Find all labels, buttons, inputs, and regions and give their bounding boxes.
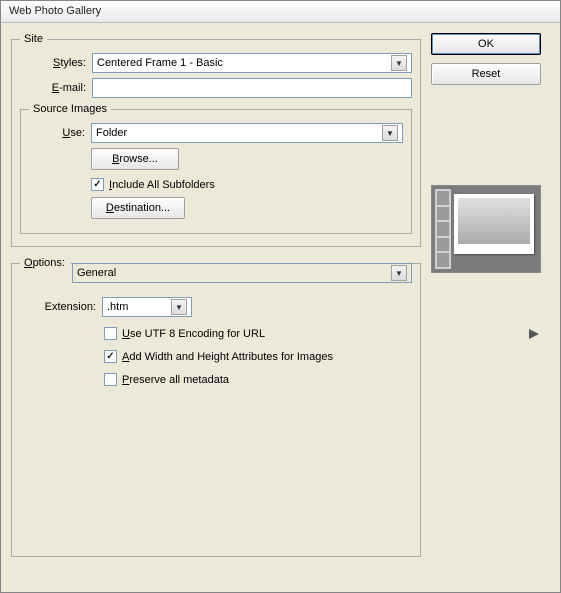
left-column: Site Styles: Centered Frame 1 - Basic ▼ …	[11, 33, 421, 567]
extension-row: Extension: .htm ▼	[20, 297, 412, 317]
addwh-checkbox[interactable]	[104, 350, 117, 363]
dialog-content: Site Styles: Centered Frame 1 - Basic ▼ …	[1, 23, 560, 577]
use-combo[interactable]: Folder ▼	[91, 123, 403, 143]
options-legend: Options:	[20, 257, 71, 269]
styles-label: Styles:	[20, 57, 88, 69]
right-column: OK Reset	[431, 33, 541, 567]
addwh-label: Add Width and Height Attributes for Imag…	[122, 351, 333, 363]
options-group: Options: General ▼ Extension: .htm ▼	[11, 257, 421, 557]
site-legend: Site	[20, 33, 47, 45]
preview-main-image	[458, 198, 530, 244]
styles-combo[interactable]: Centered Frame 1 - Basic ▼	[92, 53, 412, 73]
use-value: Folder	[96, 127, 127, 139]
site-group: Site Styles: Centered Frame 1 - Basic ▼ …	[11, 33, 421, 247]
chevron-down-icon: ▼	[391, 55, 407, 71]
include-subfolders-checkbox[interactable]	[91, 178, 104, 191]
styles-row: Styles: Centered Frame 1 - Basic ▼	[20, 53, 412, 73]
browse-button[interactable]: Browse...	[91, 148, 179, 170]
email-row: E-mail:	[20, 78, 412, 98]
preview-main-frame	[454, 194, 534, 254]
include-subfolders-label: Include All Subfolders	[109, 179, 215, 191]
extension-value: .htm	[107, 301, 128, 313]
preserve-label: Preserve all metadata	[122, 374, 229, 386]
preserve-checkbox[interactable]	[104, 373, 117, 386]
use-label: Use:	[29, 127, 87, 139]
chevron-down-icon: ▼	[171, 299, 187, 315]
use-row: Use: Folder ▼	[29, 123, 403, 143]
reset-button[interactable]: Reset	[431, 63, 541, 85]
email-label: E-mail:	[20, 82, 88, 94]
extension-label: Extension:	[20, 301, 98, 313]
utf8-label: Use UTF 8 Encoding for URL	[122, 328, 265, 340]
utf8-checkbox[interactable]	[104, 327, 117, 340]
dialog-window: Web Photo Gallery Site Styles: Centered …	[0, 0, 561, 593]
preview-thumbnail	[431, 185, 541, 273]
preview-strip	[435, 189, 451, 269]
source-legend: Source Images	[29, 103, 111, 115]
chevron-down-icon: ▼	[391, 265, 407, 281]
titlebar: Web Photo Gallery	[1, 1, 560, 23]
email-input[interactable]	[92, 78, 412, 98]
extension-combo[interactable]: .htm ▼	[102, 297, 192, 317]
styles-value: Centered Frame 1 - Basic	[97, 57, 223, 69]
window-title: Web Photo Gallery	[9, 5, 101, 17]
options-value: General	[77, 267, 116, 279]
ok-button[interactable]: OK	[431, 33, 541, 55]
options-combo[interactable]: General ▼	[72, 263, 412, 283]
source-images-group: Source Images Use: Folder ▼ Browse... I	[20, 103, 412, 234]
destination-button[interactable]: Destination...	[91, 197, 185, 219]
expand-triangle-icon[interactable]	[527, 327, 541, 341]
chevron-down-icon: ▼	[382, 125, 398, 141]
